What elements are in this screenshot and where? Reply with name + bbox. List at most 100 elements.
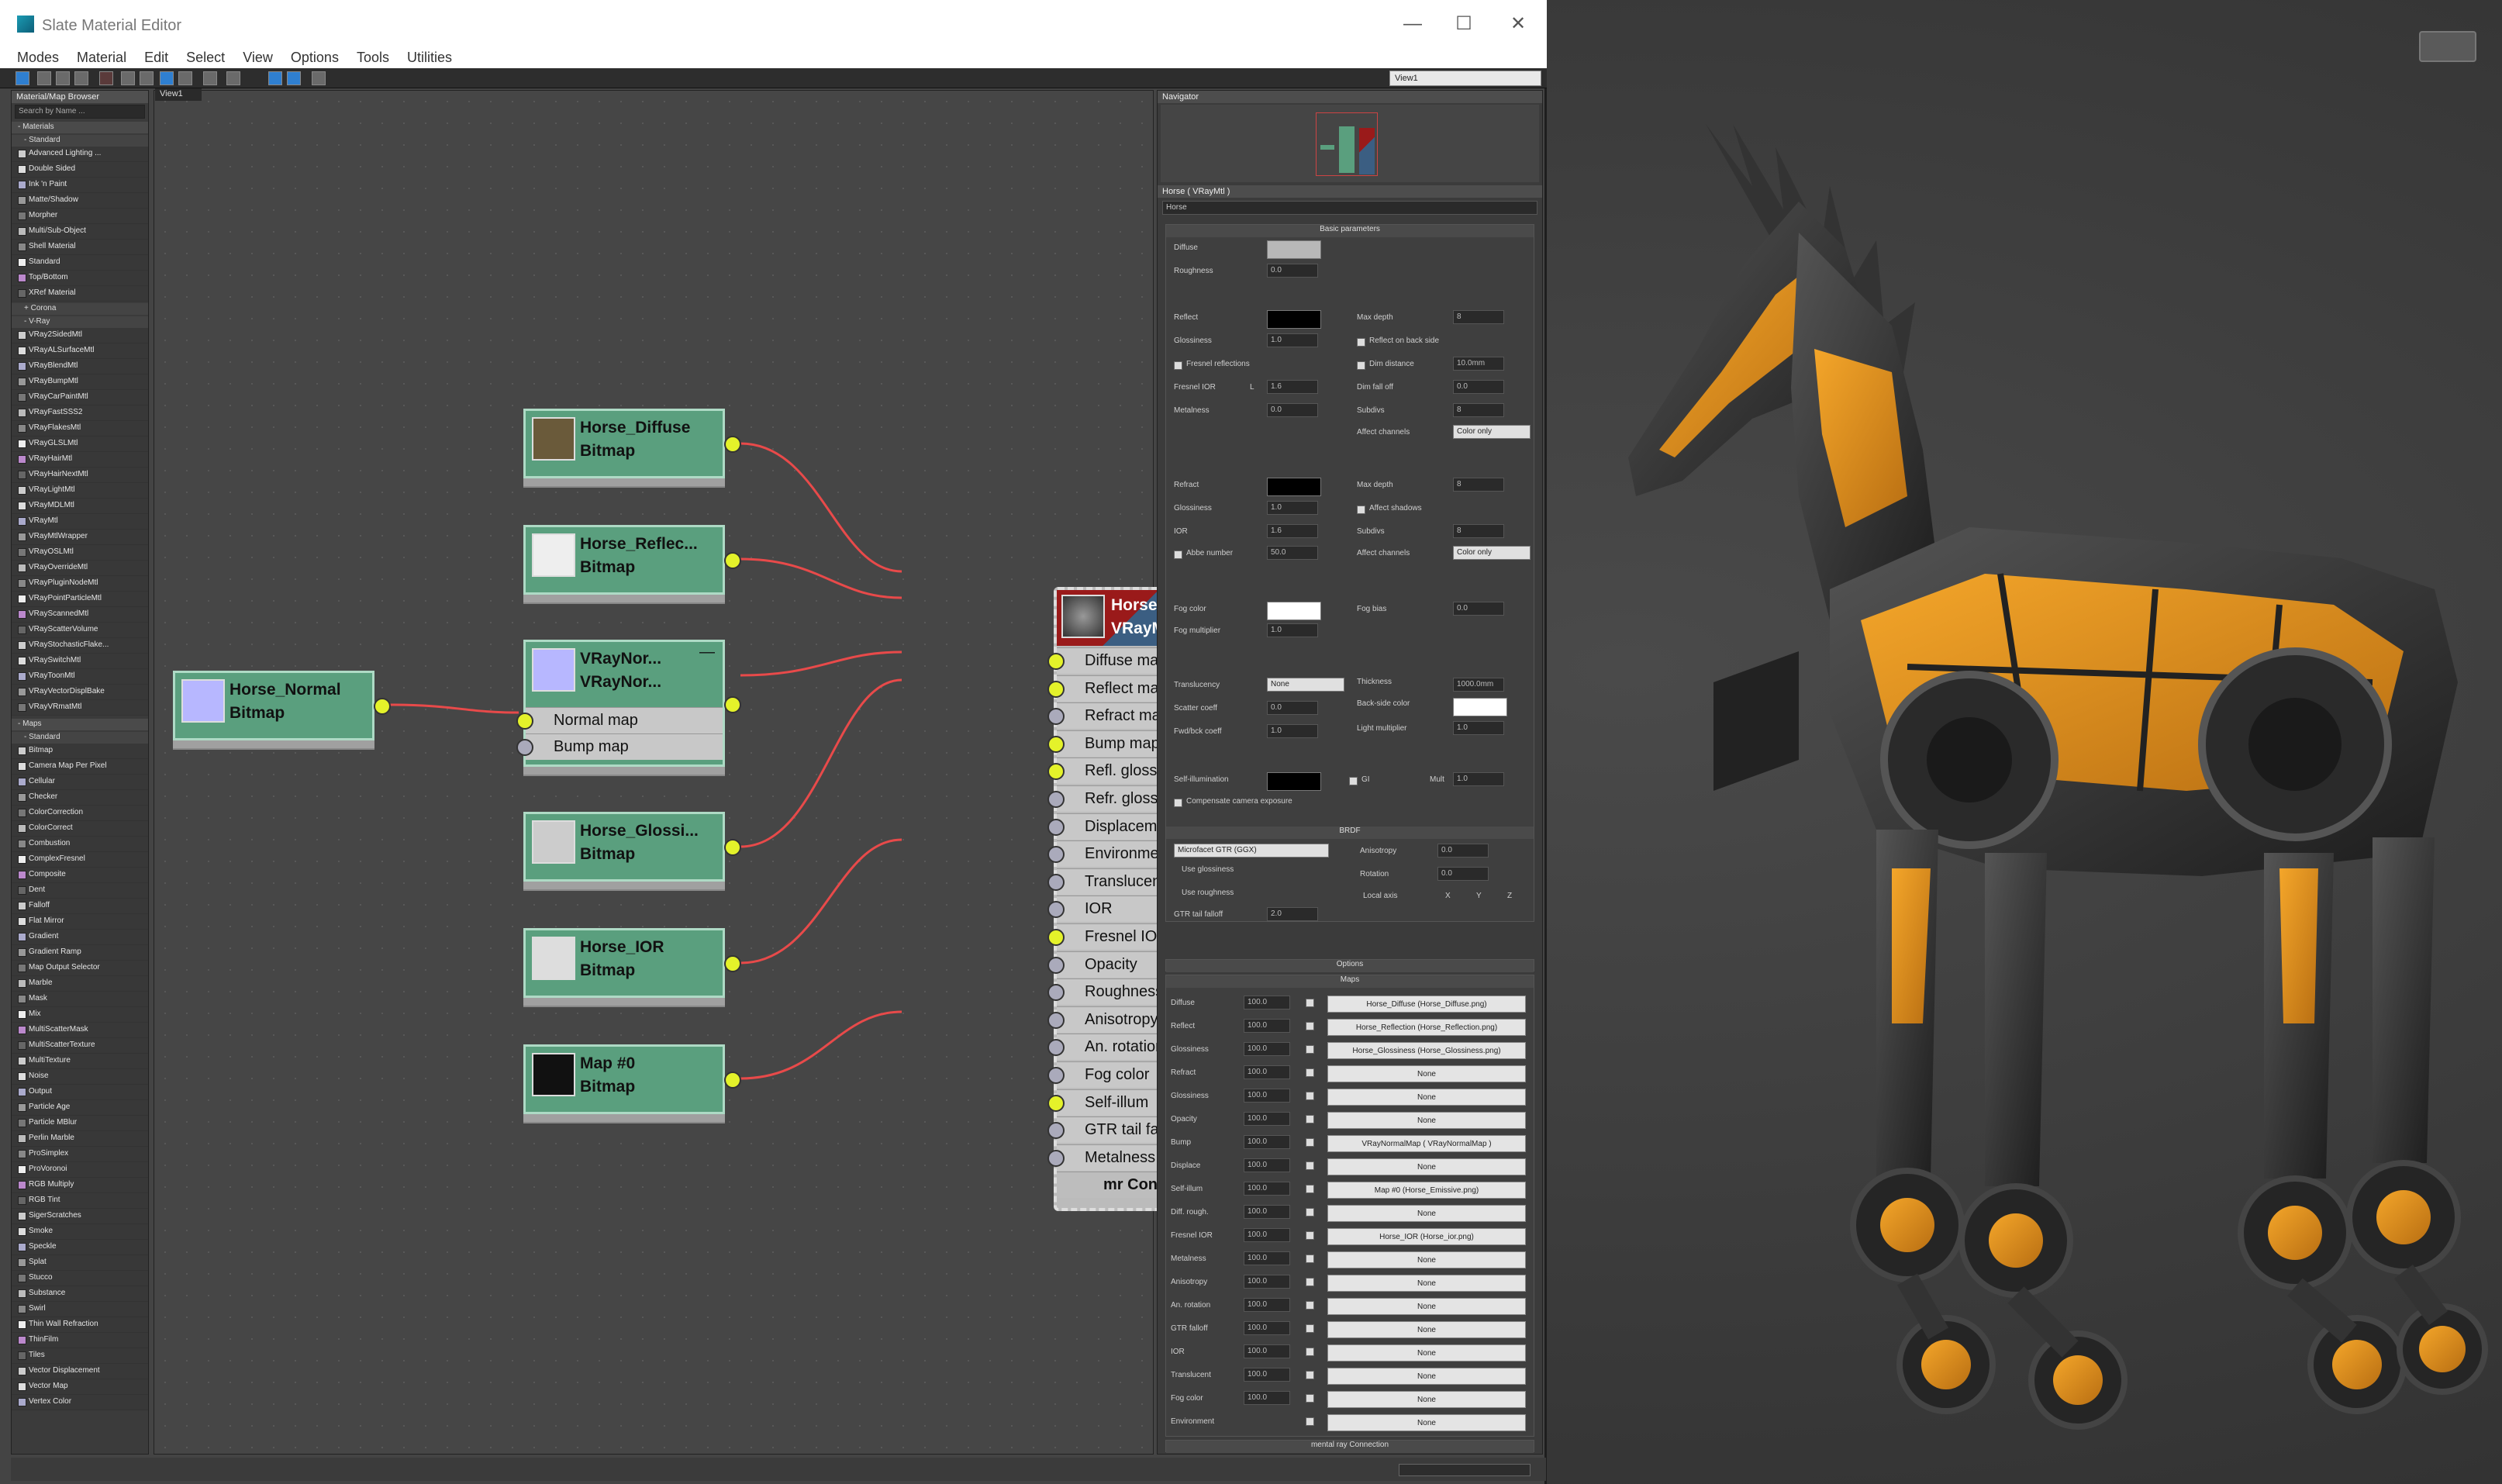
- refract-subdivs-spinner[interactable]: 8: [1453, 524, 1504, 538]
- self-illum-swatch[interactable]: [1267, 772, 1321, 791]
- node-output-socket[interactable]: [724, 955, 741, 972]
- map-row-checkbox[interactable]: [1306, 1231, 1314, 1240]
- delete-icon[interactable]: [99, 71, 113, 85]
- abbe-spinner[interactable]: 50.0: [1267, 546, 1318, 560]
- navigator-view[interactable]: [1161, 105, 1539, 182]
- standard-material-item[interactable]: Standard: [12, 255, 148, 271]
- map-item[interactable]: Perlin Marble: [12, 1131, 148, 1147]
- slot-input-socket[interactable]: [1047, 680, 1065, 698]
- map-row-amount[interactable]: 100.0: [1244, 1019, 1290, 1033]
- view-selector-dropdown[interactable]: View1: [1389, 71, 1541, 86]
- map-item[interactable]: MultiScatterTexture: [12, 1038, 148, 1054]
- put-to-scene-icon[interactable]: [56, 71, 70, 85]
- map-row-amount[interactable]: 100.0: [1244, 1368, 1290, 1382]
- map-row-amount[interactable]: 100.0: [1244, 1205, 1290, 1219]
- map-row-checkbox[interactable]: [1306, 1371, 1314, 1379]
- node-output-socket[interactable]: [724, 839, 741, 856]
- fresnel-ior-spinner[interactable]: 1.6: [1267, 380, 1318, 394]
- map-row-checkbox[interactable]: [1306, 1161, 1314, 1170]
- roughness-spinner[interactable]: 0.0: [1267, 264, 1318, 278]
- node-map0[interactable]: Map #0 Bitmap: [523, 1044, 741, 1114]
- map-item[interactable]: Noise: [12, 1069, 148, 1085]
- node-gloss[interactable]: Horse_Glossi... Bitmap: [523, 812, 741, 882]
- brdf-header[interactable]: BRDF: [1166, 827, 1534, 839]
- map-row-checkbox[interactable]: [1306, 999, 1314, 1007]
- map-row-button[interactable]: Horse_Glossiness (Horse_Glossiness.png): [1327, 1042, 1526, 1059]
- map-item[interactable]: ProVoronoi: [12, 1162, 148, 1178]
- node-reflect[interactable]: Horse_Reflec... Bitmap: [523, 525, 741, 595]
- corona-sub[interactable]: + Corona: [12, 303, 148, 315]
- diffuse-swatch[interactable]: [1267, 240, 1321, 259]
- comp-cam-checkbox[interactable]: [1174, 799, 1182, 807]
- hide-unused-icon[interactable]: [140, 71, 154, 85]
- map-item[interactable]: Speckle: [12, 1240, 148, 1255]
- menu-view[interactable]: View: [243, 50, 273, 66]
- map-item[interactable]: Flat Mirror: [12, 914, 148, 930]
- fwd-spinner[interactable]: 1.0: [1267, 724, 1318, 738]
- scatter-spinner[interactable]: 0.0: [1267, 701, 1318, 715]
- standard-material-item[interactable]: Double Sided: [12, 162, 148, 178]
- zoom-controls[interactable]: [1399, 1464, 1531, 1476]
- translucency-dropdown[interactable]: None: [1267, 678, 1344, 692]
- map-item[interactable]: Combustion: [12, 837, 148, 852]
- map-item[interactable]: Gradient: [12, 930, 148, 945]
- axis-y-button[interactable]: Y: [1476, 892, 1482, 900]
- options-header[interactable]: Options: [1166, 960, 1534, 972]
- menu-modes[interactable]: Modes: [17, 50, 59, 66]
- vray-sub[interactable]: - V-Ray: [12, 316, 148, 328]
- map-row-button[interactable]: None: [1327, 1391, 1526, 1408]
- standard-material-item[interactable]: Morpher: [12, 209, 148, 224]
- affect-channels-dropdown[interactable]: Color only: [1453, 425, 1531, 439]
- map-row-button[interactable]: None: [1327, 1205, 1526, 1222]
- slot-input-socket[interactable]: [1047, 735, 1065, 753]
- maximize-button[interactable]: ☐: [1448, 11, 1479, 37]
- vray-material-item[interactable]: VRayMDLMtl: [12, 499, 148, 514]
- menu-edit[interactable]: Edit: [144, 50, 168, 66]
- map-row-button[interactable]: None: [1327, 1344, 1526, 1361]
- map-item[interactable]: ComplexFresnel: [12, 852, 148, 868]
- slot-input-socket[interactable]: [1047, 1039, 1065, 1057]
- slot-input-socket[interactable]: [1047, 1011, 1065, 1029]
- standard-material-item[interactable]: Multi/Sub-Object: [12, 224, 148, 240]
- map-item[interactable]: Composite: [12, 868, 148, 883]
- light-mult-spinner[interactable]: 1.0: [1453, 721, 1504, 735]
- map-item[interactable]: Mask: [12, 992, 148, 1007]
- subdivs-spinner[interactable]: 8: [1453, 403, 1504, 417]
- map-row-button[interactable]: None: [1327, 1298, 1526, 1315]
- glossiness-spinner[interactable]: 1.0: [1267, 333, 1318, 347]
- vray-material-item[interactable]: VRayMtl: [12, 514, 148, 530]
- map-row-checkbox[interactable]: [1306, 1301, 1314, 1310]
- map-item[interactable]: Dent: [12, 883, 148, 899]
- slot-input-socket[interactable]: [516, 713, 533, 730]
- brdf-dropdown[interactable]: Microfacet GTR (GGX): [1174, 844, 1329, 858]
- node-output-socket[interactable]: [724, 436, 741, 453]
- gtr-spinner[interactable]: 2.0: [1267, 907, 1318, 921]
- viewcube-icon[interactable]: [2419, 31, 2476, 62]
- map-row-button[interactable]: None: [1327, 1158, 1526, 1175]
- vray-material-item[interactable]: VRayScannedMtl: [12, 607, 148, 623]
- collapse-button[interactable]: —: [699, 644, 715, 661]
- map-row-checkbox[interactable]: [1306, 1045, 1314, 1054]
- menu-material[interactable]: Material: [77, 50, 126, 66]
- fog-bias-spinner[interactable]: 0.0: [1453, 602, 1504, 616]
- axis-z-button[interactable]: Z: [1507, 892, 1512, 900]
- metalness-spinner[interactable]: 0.0: [1267, 403, 1318, 417]
- map-item[interactable]: Stucco: [12, 1271, 148, 1286]
- fog-color-swatch[interactable]: [1267, 602, 1321, 620]
- material-parameter-editor-icon[interactable]: [268, 71, 282, 85]
- map-item[interactable]: MultiTexture: [12, 1054, 148, 1069]
- node-output-socket[interactable]: [374, 698, 391, 715]
- layout-children-icon[interactable]: [226, 71, 240, 85]
- map-row-amount[interactable]: 100.0: [1244, 1251, 1290, 1265]
- move-children-icon[interactable]: [121, 71, 135, 85]
- aniso-spinner[interactable]: 0.0: [1437, 844, 1489, 858]
- slot-input-socket[interactable]: [1047, 846, 1065, 864]
- vray-material-item[interactable]: VRayHairNextMtl: [12, 468, 148, 483]
- map-row-amount[interactable]: 100.0: [1244, 1275, 1290, 1289]
- vray-material-item[interactable]: VRayBumpMtl: [12, 374, 148, 390]
- select-tool-icon[interactable]: [16, 71, 29, 85]
- standard-material-item[interactable]: Matte/Shadow: [12, 193, 148, 209]
- map-item[interactable]: Thin Wall Refraction: [12, 1317, 148, 1333]
- map-item[interactable]: Vector Displacement: [12, 1364, 148, 1379]
- slot-input-socket[interactable]: [1047, 873, 1065, 891]
